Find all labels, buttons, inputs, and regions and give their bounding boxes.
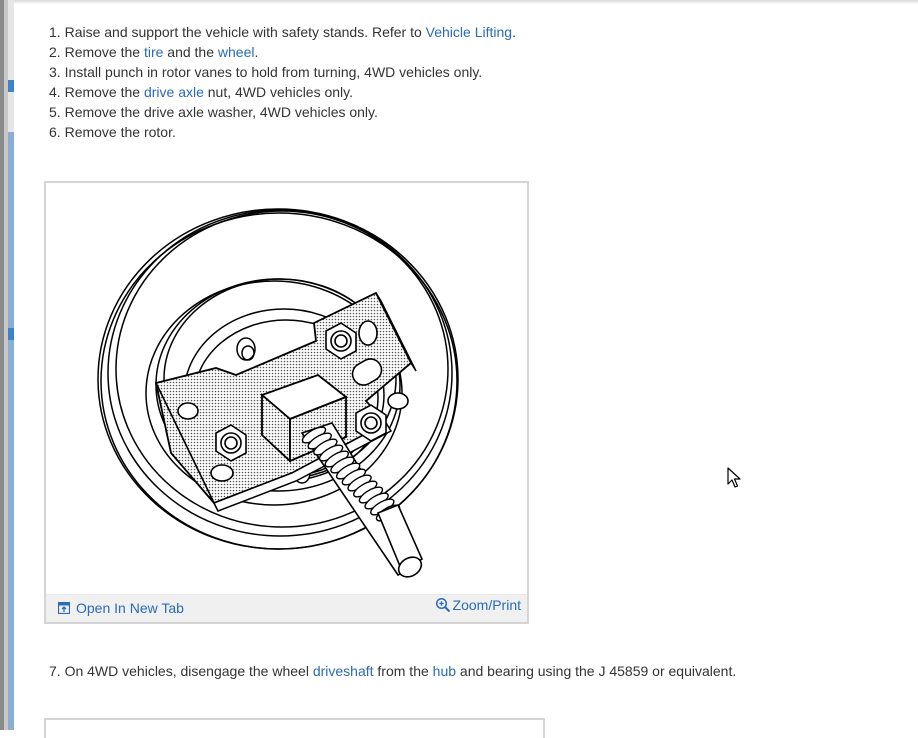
- step-number: 6.: [49, 124, 61, 140]
- figure-panel: Open In New Tab Zoom/Print: [44, 181, 529, 624]
- side-marker: [8, 328, 14, 340]
- link-drive-axle[interactable]: drive axle: [144, 84, 204, 100]
- open-in-new-tab-label: Open In New Tab: [76, 600, 184, 616]
- step-1: 1. Raise and support the vehicle with sa…: [49, 22, 516, 42]
- step-2: 2. Remove the tire and the wheel.: [49, 42, 516, 62]
- side-scroll-track[interactable]: [8, 0, 14, 730]
- step-number: 3.: [49, 64, 61, 80]
- mouse-pointer-icon: [727, 467, 741, 488]
- step-text: .: [254, 44, 259, 60]
- step-text: Remove the drive axle washer, 4WD vehicl…: [64, 104, 378, 120]
- step-text: Remove the: [64, 84, 144, 100]
- step-text: from the: [373, 663, 433, 679]
- link-vehicle-lifting[interactable]: Vehicle Lifting: [426, 24, 512, 40]
- procedure-steps: 1. Raise and support the vehicle with sa…: [49, 22, 516, 142]
- step-text: .: [512, 24, 516, 40]
- step-text: and the: [163, 44, 218, 60]
- link-tire[interactable]: tire: [144, 44, 163, 60]
- link-wheel[interactable]: wheel: [218, 44, 255, 60]
- zoom-print-link[interactable]: Zoom/Print: [435, 597, 521, 613]
- side-marker: [8, 80, 14, 92]
- step-number: 5.: [49, 104, 61, 120]
- step-number: 1.: [49, 24, 61, 40]
- step-number: 2.: [49, 44, 61, 60]
- step-text: nut, 4WD vehicles only.: [203, 84, 354, 100]
- next-figure-panel: [44, 718, 545, 738]
- step-text: Remove the: [64, 44, 144, 60]
- zoom-in-icon: [435, 597, 450, 613]
- step-text: Remove the rotor.: [64, 124, 176, 140]
- step-5: 5. Remove the drive axle washer, 4WD veh…: [49, 102, 516, 122]
- step-number: 7.: [49, 663, 61, 679]
- step-number: 4.: [49, 84, 61, 100]
- step-4: 4. Remove the drive axle nut, 4WD vehicl…: [49, 82, 516, 102]
- step-7: 7. On 4WD vehicles, disengage the wheel …: [49, 661, 736, 681]
- step-text: Raise and support the vehicle with safet…: [64, 24, 426, 40]
- toolbar-shadow: [14, 0, 918, 4]
- rotor-removal-illustration[interactable]: [46, 183, 527, 593]
- zoom-print-label: Zoom/Print: [452, 597, 521, 613]
- step-text: Install punch in rotor vanes to hold fro…: [64, 64, 483, 80]
- figure-toolbar: Open In New Tab Zoom/Print: [46, 594, 527, 622]
- step-text: and bearing using the J 45859 or equival…: [456, 663, 737, 679]
- step-3: 3. Install punch in rotor vanes to hold …: [49, 62, 516, 82]
- side-marker-long: [8, 132, 14, 730]
- open-new-tab-icon: [58, 602, 70, 614]
- link-driveshaft[interactable]: driveshaft: [313, 663, 374, 679]
- step-text: On 4WD vehicles, disengage the wheel: [64, 663, 313, 679]
- open-in-new-tab-link[interactable]: Open In New Tab: [58, 600, 184, 616]
- link-hub[interactable]: hub: [433, 663, 456, 679]
- step-6: 6. Remove the rotor.: [49, 122, 516, 142]
